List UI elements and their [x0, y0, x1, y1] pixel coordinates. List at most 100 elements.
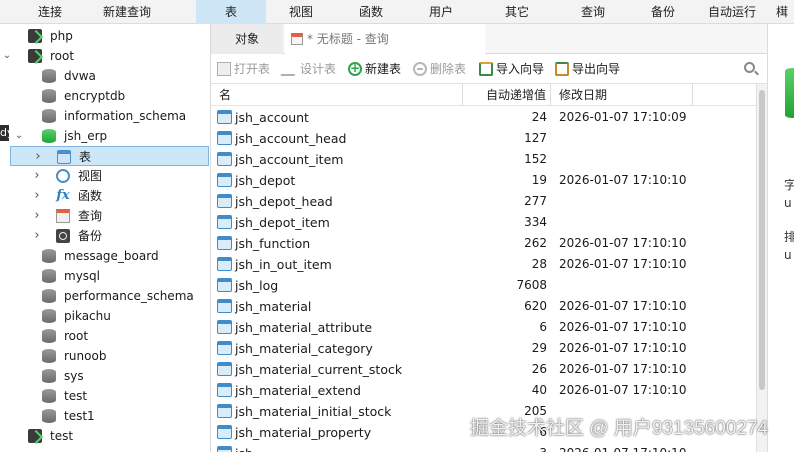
table-row[interactable]: jsh_material_attribute 6 2026-01-07 17:10:… [211, 317, 756, 338]
tree-node-label: performance_schema [64, 289, 194, 303]
tree-node-test-conn[interactable]: test [0, 426, 210, 446]
tree-node-test-db[interactable]: test [0, 386, 210, 406]
export-wizard-button[interactable]: 导出向导 [555, 54, 620, 84]
info-text-3: 排 [784, 228, 794, 245]
database-icon [42, 309, 56, 323]
table-row[interactable]: jsh_account_item 152 [211, 149, 756, 170]
tab-objects[interactable]: 对象 [211, 24, 283, 54]
menu-query[interactable]: 查询 [566, 0, 620, 24]
auto-increment-cell: 3 [539, 443, 547, 452]
tree-node-tables[interactable]: › 表 [10, 146, 209, 166]
tree-node-queries[interactable]: › 查询 [0, 206, 210, 226]
tree-node-label: 备份 [78, 229, 103, 243]
menu-backup[interactable]: 备份 [636, 0, 690, 24]
menu-user[interactable]: 用户 [414, 0, 468, 24]
column-header-modified-date[interactable]: 修改日期 [551, 84, 693, 106]
design-table-button[interactable]: 设计表 [280, 54, 337, 84]
menu-other[interactable]: 其它 [490, 0, 544, 24]
tree-node-label: runoob [64, 349, 107, 363]
new-table-button[interactable]: 新建表 [348, 54, 401, 84]
tree-node-message-board[interactable]: message_board [0, 246, 210, 266]
chevron-right-icon[interactable]: › [32, 186, 42, 206]
tree-node-root[interactable]: ⌄ root [0, 46, 210, 66]
table-row[interactable]: jsh_material_category 29 2026-01-07 17:10:… [211, 338, 756, 359]
tree-node-label: 表 [79, 150, 92, 164]
menu-automation[interactable]: 自动运行 [700, 0, 764, 24]
table-row[interactable]: jsh_log 7608 [211, 275, 756, 296]
auto-increment-cell: 334 [524, 215, 547, 229]
tree-node-information-schema[interactable]: information_schema [0, 106, 210, 126]
table-icon [57, 150, 71, 164]
tree-node-encryptdb[interactable]: encryptdb [0, 86, 210, 106]
function-icon: fx [56, 188, 70, 203]
scrollbar-thumb[interactable] [759, 90, 765, 390]
table-icon [217, 131, 232, 145]
table-name-cell: jsh_depot_head [235, 194, 333, 209]
tab-untitled-query[interactable]: * 无标题 - 查询 [285, 24, 485, 54]
tree-node-php[interactable]: php [0, 26, 210, 46]
table-name-cell: jsh_in_out_item [235, 257, 332, 272]
menu-table[interactable]: 表 [196, 0, 266, 24]
table-row[interactable]: jsh_material_current_stock 26 2026-01-07 1… [211, 359, 756, 380]
tree-node-runoob[interactable]: runoob [0, 346, 210, 366]
table-row[interactable]: jsh_account 24 2026-01-07 17:10:09 [211, 107, 756, 128]
tree-node-performance-schema[interactable]: performance_schema [0, 286, 210, 306]
table-icon [217, 173, 232, 187]
connection-icon [28, 49, 42, 63]
open-table-button[interactable]: 打开表 [217, 54, 270, 84]
table-row[interactable]: jsh_account_head 127 [211, 128, 756, 149]
table-row[interactable]: jsh_material_extend 40 2026-01-07 17:10:10 [211, 380, 756, 401]
tree-node-test1[interactable]: test1 [0, 406, 210, 426]
table-row[interactable]: jsh_function 262 2026-01-07 17:10:10 [211, 233, 756, 254]
menu-model-cut[interactable]: 榵 [770, 0, 794, 24]
tree-node-dvwa[interactable]: dvwa [0, 66, 210, 86]
chevron-right-icon[interactable]: › [33, 147, 43, 167]
tree-node-backups[interactable]: › 备份 [0, 226, 210, 246]
table-icon [217, 446, 232, 452]
modified-date-cell: 2026-01-07 17:10:10 [559, 299, 687, 313]
table-row[interactable]: jsh_depot_head 277 [211, 191, 756, 212]
table-icon [217, 320, 232, 334]
chevron-down-icon[interactable]: ⌄ [2, 46, 12, 66]
vertical-scrollbar[interactable] [756, 84, 767, 452]
table-row[interactable]: jsh_depot_item 334 [211, 212, 756, 233]
table-icon [217, 404, 232, 418]
tree-node-functions[interactable]: › fx 函数 [0, 186, 210, 206]
menu-function[interactable]: 函数 [344, 0, 398, 24]
tree-node-label: dvwa [64, 69, 96, 83]
modified-date-cell: 2026-01-07 17:10:10 [559, 173, 687, 187]
chevron-right-icon[interactable]: › [32, 166, 42, 186]
column-header-name[interactable]: 名 [211, 84, 463, 106]
chevron-right-icon[interactable]: › [32, 226, 42, 246]
auto-increment-cell: 262 [524, 236, 547, 250]
tree-node-views[interactable]: › 视图 [0, 166, 210, 186]
menu-connect[interactable]: 连接 [24, 0, 76, 24]
tree-node-sys[interactable]: sys [0, 366, 210, 386]
delete-table-button[interactable]: 删除表 [413, 54, 466, 84]
table-icon [217, 194, 232, 208]
column-header-auto-increment[interactable]: 自动递增值 [463, 84, 551, 106]
chevron-right-icon[interactable]: › [32, 206, 42, 226]
tree-node-jsh-erp[interactable]: ⌄ jsh_erp [0, 126, 210, 146]
menu-new-query[interactable]: 新建查询 [90, 0, 164, 24]
tree-node-label: test [64, 389, 88, 403]
tree-node-root-db[interactable]: root [0, 326, 210, 346]
auto-increment-cell: 277 [524, 194, 547, 208]
import-wizard-button[interactable]: 导入向导 [479, 54, 544, 84]
table-row[interactable]: jsh_... 3 2026-01-07 17:10:10 [211, 443, 756, 452]
tree-node-pikachu[interactable]: pikachu [0, 306, 210, 326]
menu-view[interactable]: 视图 [274, 0, 328, 24]
tree-node-label: root [64, 329, 89, 343]
table-row[interactable]: jsh_material 620 2026-01-07 17:10:10 [211, 296, 756, 317]
tree-node-label: message_board [64, 249, 159, 263]
design-table-label: 设计表 [300, 62, 337, 76]
chevron-down-icon[interactable]: ⌄ [14, 126, 24, 146]
table-row[interactable]: jsh_depot 19 2026-01-07 17:10:10 [211, 170, 756, 191]
tree-node-label: root [50, 49, 75, 63]
open-table-icon [217, 62, 231, 76]
search-icon[interactable] [744, 62, 755, 73]
table-icon [217, 362, 232, 376]
tree-node-mysql[interactable]: mysql [0, 266, 210, 286]
table-row[interactable]: jsh_in_out_item 28 2026-01-07 17:10:10 [211, 254, 756, 275]
